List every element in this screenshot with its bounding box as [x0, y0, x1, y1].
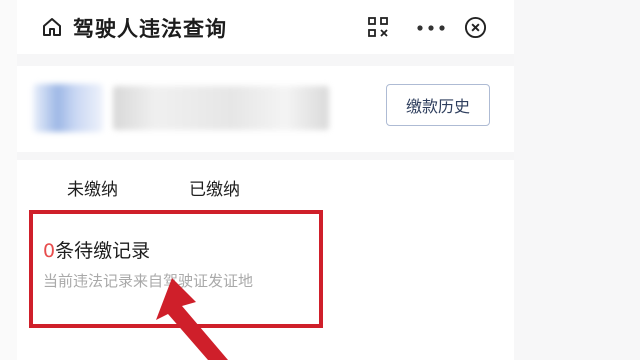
background-left: [0, 0, 17, 360]
blurred-avatar: [33, 84, 103, 132]
record-panel: 0条待缴记录 当前违法记录来自驾驶证发证地: [17, 214, 514, 360]
close-icon[interactable]: [464, 16, 487, 39]
pending-record-count: 0条待缴记录: [43, 236, 150, 263]
account-card: 缴款历史: [17, 66, 514, 152]
payment-tabs: 未缴纳 已缴纳: [17, 160, 514, 214]
payment-history-button[interactable]: 缴款历史: [386, 84, 490, 126]
record-count-label: 条待缴记录: [55, 240, 151, 262]
tab-unpaid[interactable]: 未缴纳: [67, 175, 118, 200]
background-right: [514, 0, 640, 360]
home-icon[interactable]: [41, 16, 63, 38]
page-title: 驾驶人违法查询: [73, 17, 227, 41]
record-source-note: 当前违法记录来自驾驶证发证地: [43, 272, 254, 290]
qr-scan-icon[interactable]: [367, 16, 389, 38]
header-bar: 驾驶人违法查询: [17, 0, 514, 54]
more-icon[interactable]: [417, 25, 445, 31]
tab-paid[interactable]: 已缴纳: [189, 175, 240, 200]
blurred-user-info: [113, 86, 329, 130]
record-count-number: 0: [43, 240, 56, 262]
